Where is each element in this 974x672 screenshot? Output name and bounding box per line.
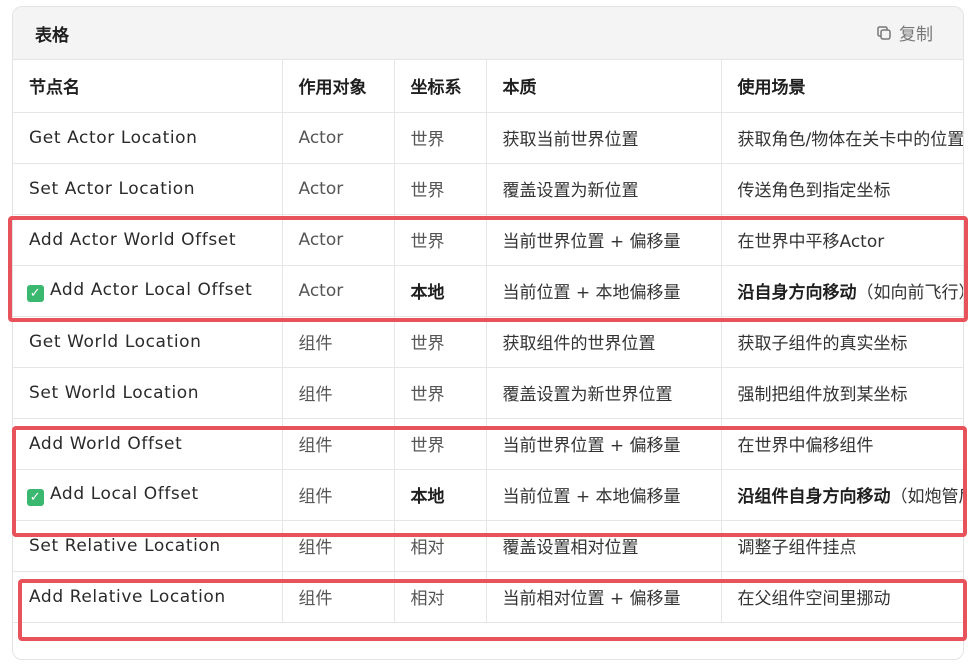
cell-target: Actor [282, 265, 395, 317]
table-row: Get World Location 组件 世界 获取组件的世界位置 获取子组件… [13, 316, 963, 368]
table-row: Add Relative Location 组件 相对 当前相对位置 + 偏移量… [13, 571, 963, 623]
cell-target: 组件 [282, 520, 395, 572]
cell-node: Set Relative Location [13, 520, 283, 572]
cell-space: 世界 [394, 418, 487, 470]
cell-essence: 获取当前世界位置 [486, 112, 722, 164]
cell-space: 相对 [394, 571, 487, 623]
cell-node: Get World Location [13, 316, 283, 368]
cell-essence: 当前位置 + 本地偏移量 [486, 265, 722, 317]
cell-node: Add Actor World Offset [13, 214, 283, 266]
column-header-essence: 本质 [486, 60, 722, 113]
cell-node: ✓ Add Actor Local Offset [13, 265, 283, 317]
table-row: Set World Location 组件 世界 覆盖设置为新世界位置 强制把组… [13, 367, 963, 419]
data-table: 节点名 作用对象 坐标系 本质 使用场景 Get Actor Location … [13, 60, 964, 623]
table-row: Add World Offset 组件 世界 当前世界位置 + 偏移量 在世界中… [13, 418, 963, 470]
column-header-node: 节点名 [13, 60, 283, 113]
cell-target: 组件 [282, 571, 395, 623]
cell-usage-rest: （如炮管后坐） [890, 487, 964, 507]
cell-node: Get Actor Location [13, 112, 283, 164]
cell-target: Actor [282, 112, 395, 164]
cell-usage: 获取角色/物体在关卡中的位置 [721, 112, 963, 164]
cell-usage: 沿组件自身方向移动（如炮管后坐） [721, 469, 964, 521]
copy-button[interactable]: 复制 [876, 20, 933, 45]
table-row: ✓ Add Actor Local Offset Actor 本地 当前位置 + … [13, 265, 964, 317]
column-header-space: 坐标系 [394, 60, 487, 113]
cell-usage: 获取子组件的真实坐标 [721, 316, 963, 368]
cell-usage: 在世界中平移Actor [721, 214, 963, 266]
cell-node: Add World Offset [13, 418, 283, 470]
cell-node-text: Add Actor Local Offset [50, 279, 253, 300]
check-icon: ✓ [27, 284, 44, 302]
table-card: 表格 复制 节点名 作用对象 坐标系 本质 使用场景 Get Actor Loc… [12, 6, 964, 660]
card-title: 表格 [35, 26, 69, 46]
cell-node: Set World Location [13, 367, 283, 419]
cell-target: 组件 [282, 469, 395, 521]
column-header-usage: 使用场景 [721, 60, 963, 113]
cell-target: 组件 [282, 316, 395, 368]
cell-target: Actor [282, 214, 395, 266]
cell-usage: 调整子组件挂点 [721, 520, 963, 572]
table-row: ✓ Add Local Offset 组件 本地 当前位置 + 本地偏移量 沿组件… [13, 469, 964, 521]
cell-usage: 强制把组件放到某坐标 [721, 367, 963, 419]
cell-space: 世界 [394, 367, 487, 419]
cell-essence: 当前相对位置 + 偏移量 [486, 571, 722, 623]
cell-node: ✓ Add Local Offset [13, 469, 283, 521]
cell-usage: 在世界中偏移组件 [721, 418, 963, 470]
card-header: 表格 复制 [13, 7, 963, 60]
table-row: Set Relative Location 组件 相对 覆盖设置相对位置 调整子… [13, 520, 963, 572]
cell-target: 组件 [282, 367, 395, 419]
cell-usage: 在父组件空间里挪动 [721, 571, 963, 623]
cell-space: 世界 [394, 214, 487, 266]
cell-essence: 当前位置 + 本地偏移量 [486, 469, 722, 521]
cell-node: Set Actor Location [13, 163, 283, 215]
cell-essence: 获取组件的世界位置 [486, 316, 722, 368]
table-row: Get Actor Location Actor 世界 获取当前世界位置 获取角… [13, 112, 963, 164]
cell-target: 组件 [282, 418, 395, 470]
cell-space: 世界 [394, 163, 487, 215]
cell-essence: 覆盖设置为新世界位置 [486, 367, 722, 419]
cell-space: 相对 [394, 520, 487, 572]
cell-usage-bold: 沿自身方向移动 [737, 283, 857, 303]
copy-icon [876, 25, 892, 41]
cell-space: 世界 [394, 112, 487, 164]
cell-node-text: Add Local Offset [50, 483, 199, 504]
table-row: Set Actor Location Actor 世界 覆盖设置为新位置 传送角… [13, 163, 963, 215]
cell-node: Add Relative Location [13, 571, 283, 623]
cell-space: 世界 [394, 316, 487, 368]
cell-usage-rest: （如向前飞行） [856, 283, 964, 303]
cell-usage-bold: 沿组件自身方向移动 [737, 487, 891, 507]
copy-label: 复制 [899, 25, 933, 45]
cell-usage: 传送角色到指定坐标 [721, 163, 963, 215]
cell-target: Actor [282, 163, 395, 215]
cell-space: 本地 [394, 469, 487, 521]
cell-essence: 覆盖设置为新位置 [486, 163, 722, 215]
cell-essence: 当前世界位置 + 偏移量 [486, 418, 722, 470]
check-icon: ✓ [27, 488, 44, 506]
cell-usage: 沿自身方向移动（如向前飞行） [721, 265, 964, 317]
cell-essence: 当前世界位置 + 偏移量 [486, 214, 722, 266]
column-header-target: 作用对象 [282, 60, 395, 113]
cell-essence: 覆盖设置相对位置 [486, 520, 722, 572]
table-row: Add Actor World Offset Actor 世界 当前世界位置 +… [13, 214, 963, 266]
table-header-row: 节点名 作用对象 坐标系 本质 使用场景 [13, 60, 963, 113]
cell-space: 本地 [394, 265, 487, 317]
